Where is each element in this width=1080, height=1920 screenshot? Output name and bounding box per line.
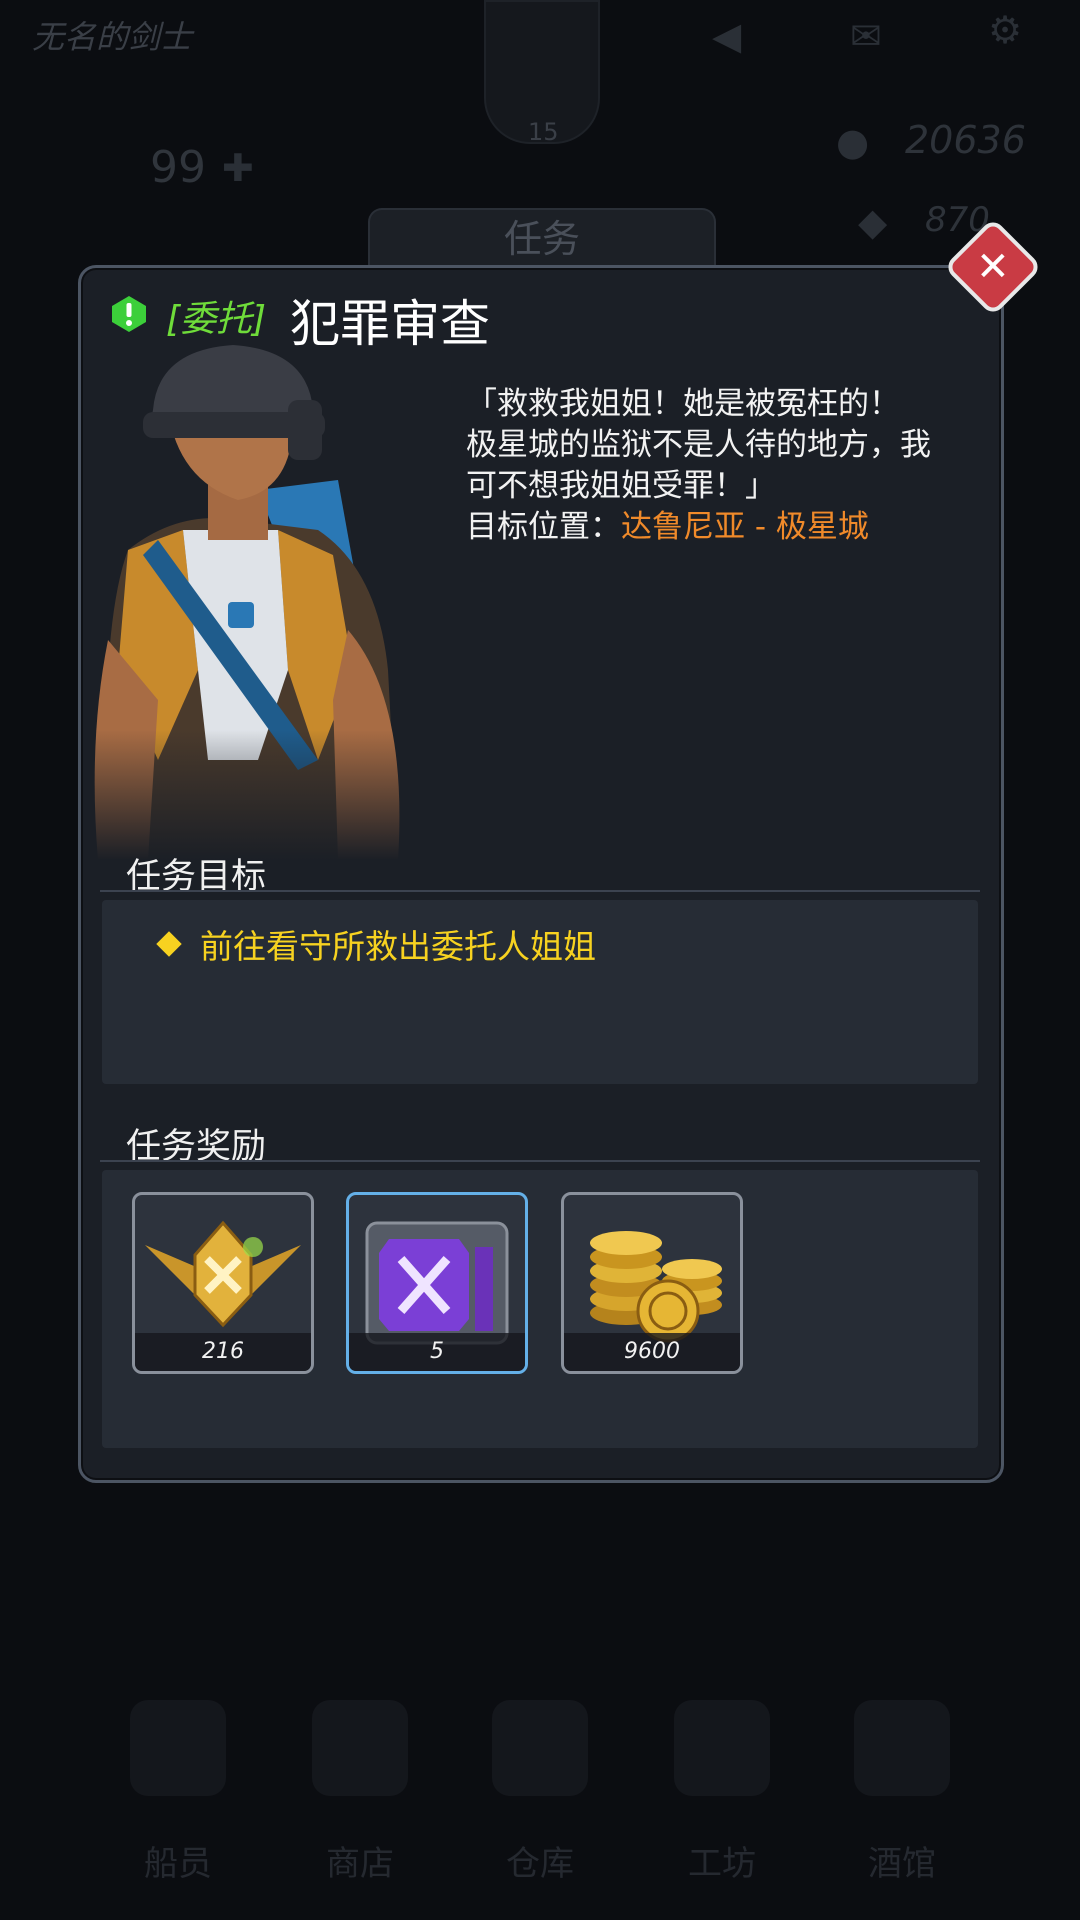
diamond-bullet-icon <box>156 931 182 957</box>
nav-label: 船员 <box>144 1844 212 1884</box>
nav-label: 仓库 <box>506 1844 574 1884</box>
divider <box>100 890 980 892</box>
gear-icon: ⚙ <box>988 8 1023 52</box>
reward-item[interactable]: 9600 <box>561 1192 743 1374</box>
stat-value: 99 <box>150 142 206 193</box>
quest-dialogue: 「救救我姐姐！她是被冤枉的！ 极星城的监狱不是人待的地方，我 可不想我姐姐受罪！… <box>466 384 996 548</box>
tavern-icon <box>854 1700 950 1796</box>
target-location: 目标位置：达鲁尼亚 - 极星城 <box>466 507 996 548</box>
quest-giver-portrait <box>88 340 418 860</box>
reward-count: 5 <box>349 1333 525 1371</box>
divider <box>100 1160 980 1162</box>
nav-workshop: 工坊 <box>632 1680 812 1885</box>
gem-icon: ◆ <box>858 200 888 244</box>
dialogue-line: 「救救我姐姐！她是被冤枉的！ <box>466 386 900 422</box>
bottom-nav: 船员 商店 仓库 工坊 酒馆 <box>0 1680 1080 1920</box>
crew-icon <box>130 1700 226 1796</box>
mail-icon: ✉ <box>850 14 882 58</box>
player-level: 15 <box>528 118 559 146</box>
close-icon: ✕ <box>976 243 1010 290</box>
dialogue-line: 极星城的监狱不是人待的地方，我 <box>466 427 931 463</box>
plus-icon: ✚ <box>222 146 254 190</box>
reward-count: 216 <box>135 1333 311 1371</box>
workshop-icon <box>674 1700 770 1796</box>
warehouse-icon <box>492 1700 588 1796</box>
objective-text: 前往看守所救出委托人姐姐 <box>200 927 596 966</box>
nav-label: 工坊 <box>688 1844 756 1884</box>
gold-icon: ● <box>836 120 870 164</box>
nav-warehouse: 仓库 <box>450 1680 630 1885</box>
nav-shop: 商店 <box>270 1680 450 1885</box>
speaker-icon: ◀ <box>712 14 742 58</box>
location-value: 达鲁尼亚 - 极星城 <box>621 509 869 545</box>
objective-item: 前往看守所救出委托人姐姐 <box>156 920 596 968</box>
player-name: 无名的剑士 <box>32 18 193 56</box>
gold-amount: 20636 <box>905 118 1026 162</box>
reward-count: 9600 <box>564 1333 740 1371</box>
tab-quests: 任务 <box>368 208 716 268</box>
shop-icon <box>312 1700 408 1796</box>
nav-label: 商店 <box>326 1844 394 1884</box>
nav-tavern: 酒馆 <box>812 1680 992 1885</box>
alert-icon <box>112 296 146 332</box>
nav-label: 酒馆 <box>868 1844 936 1884</box>
reward-item[interactable]: 216 <box>132 1192 314 1374</box>
nav-crew: 船员 <box>88 1680 268 1885</box>
dialogue-line: 可不想我姐姐受罪！」 <box>466 468 776 504</box>
location-label: 目标位置： <box>466 509 621 545</box>
quest-type-tag: [委托] <box>166 299 267 340</box>
reward-item[interactable]: 5 <box>346 1192 528 1374</box>
